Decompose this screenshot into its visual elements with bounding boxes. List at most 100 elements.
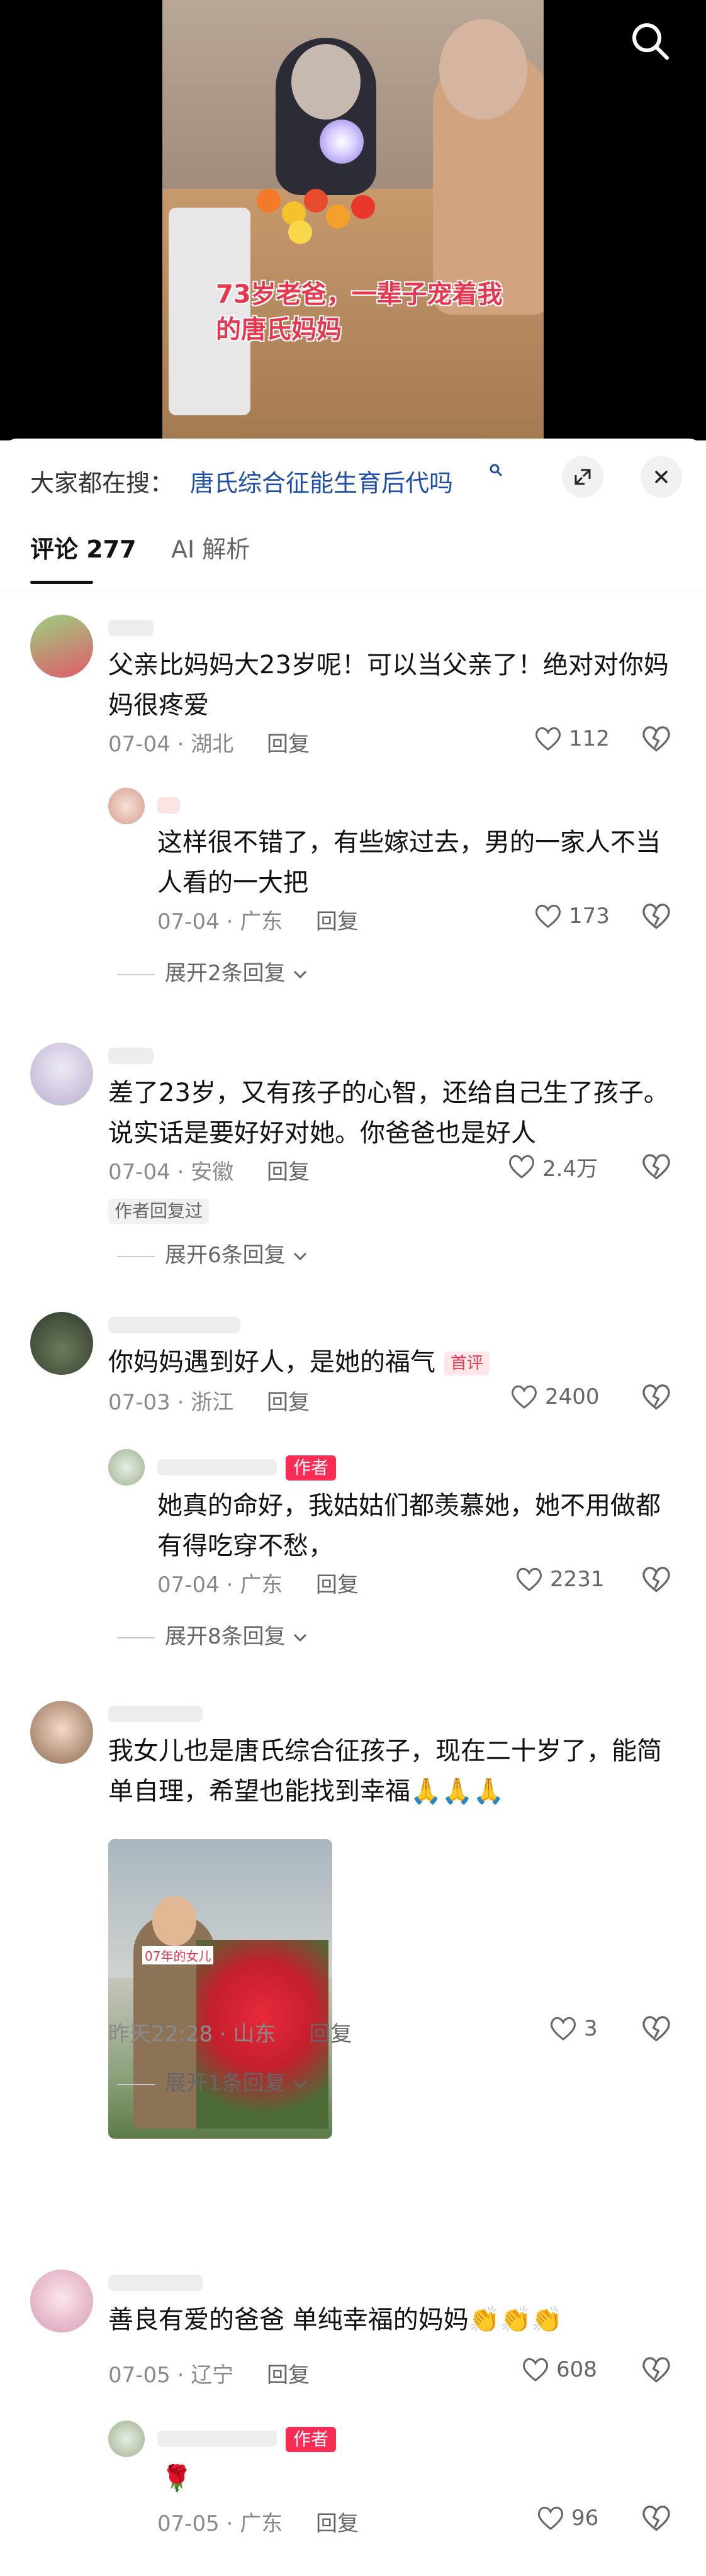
like-button[interactable]: 3 xyxy=(549,2013,598,2044)
dislike-button[interactable] xyxy=(641,723,672,754)
broken-heart-icon xyxy=(642,904,670,929)
username-blurred[interactable] xyxy=(108,2275,203,2291)
video-caption: 73岁老爸，一辈子宠着我的唐氏妈妈 xyxy=(216,280,503,344)
like-count: 112 xyxy=(569,726,610,751)
tab-indicator xyxy=(30,581,93,584)
avatar[interactable] xyxy=(30,1312,93,1375)
search-suggestion-link[interactable]: 唐氏综合征能生育后代吗 xyxy=(190,464,453,498)
username-blurred[interactable] xyxy=(157,1459,277,1476)
broken-heart-icon xyxy=(642,726,670,752)
like-count: 2.4万 xyxy=(542,1156,598,1182)
expand-replies-button[interactable]: 展开1条回复 xyxy=(117,2066,308,2097)
search-suggestion-bar[interactable]: 大家都在搜： 唐氏综合征能生育后代吗 xyxy=(0,439,706,514)
broken-heart-icon xyxy=(642,1567,670,1593)
flower-sticker xyxy=(320,120,364,164)
reply-button[interactable]: 回复 xyxy=(309,2022,352,2047)
heart-icon xyxy=(535,727,561,751)
like-button[interactable]: 2.4万 xyxy=(507,1151,598,1182)
expand-replies-button[interactable]: 展开6条回复 xyxy=(117,1238,308,1268)
avatar[interactable] xyxy=(108,1449,145,1486)
like-button[interactable]: 608 xyxy=(521,2354,597,2385)
heart-icon xyxy=(511,1385,537,1409)
like-count: 2400 xyxy=(545,1384,600,1409)
expand-icon xyxy=(574,469,591,485)
avatar[interactable] xyxy=(30,1043,93,1106)
close-button[interactable] xyxy=(641,456,682,498)
video-player[interactable]: 73岁老爸，一辈子宠着我的唐氏妈妈 xyxy=(0,0,706,440)
search-small-icon xyxy=(488,462,503,482)
like-button[interactable]: 96 xyxy=(536,2502,598,2534)
reply-text: 她真的命好，我姑姑们都羡慕她，她不用做都有得吃穿不愁， xyxy=(157,1491,661,1560)
comment-meta: 07-05 · 辽宁 回复 xyxy=(108,2363,310,2388)
reply-meta: 07-04 · 广东 回复 xyxy=(157,1572,359,1598)
avatar[interactable] xyxy=(30,615,93,678)
expand-replies-button[interactable]: 展开2条回复 xyxy=(117,956,308,987)
author-badge: 作者 xyxy=(286,1455,337,1481)
dislike-button[interactable] xyxy=(641,1151,672,1182)
like-button[interactable]: 173 xyxy=(534,900,610,932)
chevron-down-icon xyxy=(294,970,307,979)
dislike-button[interactable] xyxy=(641,2013,672,2044)
tab-comments[interactable]: 评论 277 xyxy=(30,527,137,572)
author-badge: 作者 xyxy=(286,2427,337,2452)
dislike-button[interactable] xyxy=(641,2502,672,2534)
chevron-down-icon xyxy=(294,2080,307,2089)
comment-meta: 07-04 · 安徽 回复 xyxy=(108,1160,310,1185)
comment-tabs: 评论 277 AI 解析 xyxy=(0,527,706,590)
first-comment-badge: 首评 xyxy=(444,1352,490,1375)
username-blurred[interactable] xyxy=(157,797,180,814)
chevron-down-icon xyxy=(294,1633,307,1642)
reply-button[interactable]: 回复 xyxy=(316,909,359,934)
expand-replies-button[interactable]: 展开8条回复 xyxy=(117,1619,308,1650)
like-count: 96 xyxy=(571,2506,599,2531)
reply-text: 🌹 xyxy=(161,2464,193,2493)
username-blurred[interactable] xyxy=(108,1317,240,1333)
like-button[interactable]: 2400 xyxy=(510,1381,600,1413)
avatar[interactable] xyxy=(108,788,145,824)
username-blurred[interactable] xyxy=(108,1706,203,1722)
comment-text: 父亲比妈妈大23岁呢！可以当父亲了！绝对对你妈妈很疼爱 xyxy=(108,651,669,720)
reply-button[interactable]: 回复 xyxy=(316,2511,359,2536)
search-button[interactable] xyxy=(628,19,672,63)
like-count: 2231 xyxy=(550,1567,605,1592)
broken-heart-icon xyxy=(642,1384,670,1410)
expand-button[interactable] xyxy=(562,456,603,498)
heart-icon xyxy=(516,1567,542,1591)
tab-ai-analysis[interactable]: AI 解析 xyxy=(171,527,250,572)
avatar[interactable] xyxy=(30,1701,93,1764)
comment-text: 我女儿也是唐氏综合征孩子，现在二十岁了，能简单自理，希望也能找到幸福🙏🙏🙏 xyxy=(108,1737,662,1806)
heart-icon xyxy=(550,2017,576,2041)
heart-icon xyxy=(508,1155,535,1179)
comment-text: 差了23岁，又有孩子的心智，还给自己生了孩子。说实话是要好好对她。你爸爸也是好人 xyxy=(108,1078,669,1148)
reply-button[interactable]: 回复 xyxy=(267,2363,310,2388)
video-frame: 73岁老爸，一辈子宠着我的唐氏妈妈 xyxy=(162,0,544,440)
heart-icon xyxy=(535,904,561,928)
author-replied-tag: 作者回复过 xyxy=(108,1199,210,1224)
like-button[interactable]: 2231 xyxy=(515,1564,605,1595)
like-button[interactable]: 112 xyxy=(534,723,610,754)
reply-meta: 07-04 · 广东 回复 xyxy=(157,909,359,934)
username-blurred[interactable] xyxy=(108,1048,154,1064)
comment-meta: 昨天22:28 · 山东 回复 xyxy=(108,2022,352,2047)
broken-heart-icon xyxy=(642,2016,670,2042)
reply-button[interactable]: 回复 xyxy=(267,1160,310,1185)
broken-heart-icon xyxy=(642,2357,670,2383)
avatar[interactable] xyxy=(108,2421,145,2457)
reply-text: 这样很不错了，有些嫁过去，男的一家人不当人看的一大把 xyxy=(157,828,661,897)
username-blurred[interactable] xyxy=(157,2431,277,2447)
username-blurred[interactable] xyxy=(108,620,154,636)
reply-button[interactable]: 回复 xyxy=(267,732,310,757)
photo-label: 07年的女儿 xyxy=(142,1946,214,1964)
search-prefix: 大家都在搜： xyxy=(30,469,174,497)
dislike-button[interactable] xyxy=(641,1381,672,1413)
reply-meta: 07-05 · 广东 回复 xyxy=(157,2511,359,2536)
search-icon xyxy=(632,23,669,60)
comment-sheet: 大家都在搜： 唐氏综合征能生育后代吗 评论 277 AI 解析 父亲比妈妈大23… xyxy=(0,439,706,2576)
dislike-button[interactable] xyxy=(641,2354,672,2385)
reply-button[interactable]: 回复 xyxy=(267,1390,310,1415)
reply-button[interactable]: 回复 xyxy=(316,1572,359,1598)
dislike-button[interactable] xyxy=(641,1564,672,1595)
comment-date: 07-04 xyxy=(108,732,171,757)
avatar[interactable] xyxy=(30,2270,93,2332)
dislike-button[interactable] xyxy=(641,900,672,932)
